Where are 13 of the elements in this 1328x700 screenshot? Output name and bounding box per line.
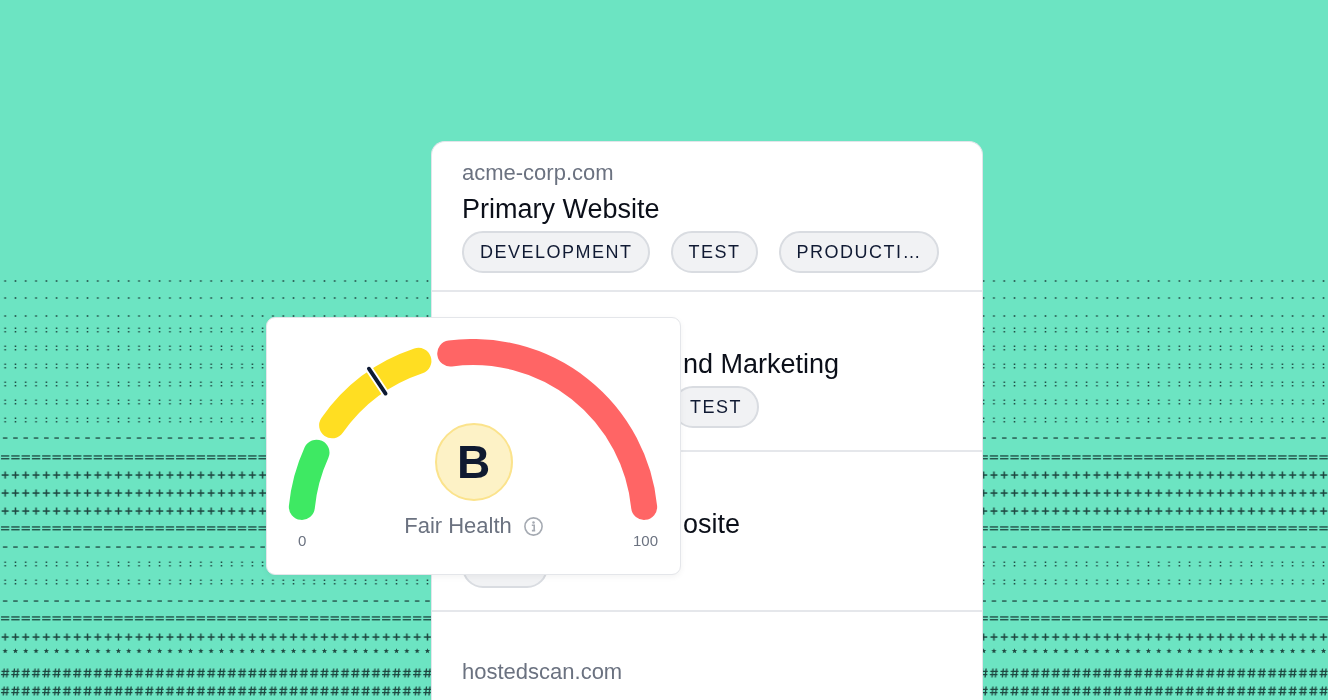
tag: DEVELOPMENT <box>462 231 650 273</box>
asset-domain: acme-corp.com <box>462 159 614 187</box>
tag: TEST <box>670 231 758 273</box>
asset-name: Primary Website <box>462 193 660 226</box>
health-label: Fair Health <box>404 514 512 538</box>
info-icon[interactable] <box>523 516 543 536</box>
scale-min-label: 0 <box>298 531 307 551</box>
asset-domain: hostedscan.com <box>462 658 623 686</box>
grade-badge: B <box>434 423 513 501</box>
tag: PRODUCTI… <box>778 231 940 273</box>
asset-name: nd Marketing <box>683 348 840 381</box>
scale-max-label: 100 <box>632 531 658 551</box>
asset-name: osite <box>683 508 741 541</box>
